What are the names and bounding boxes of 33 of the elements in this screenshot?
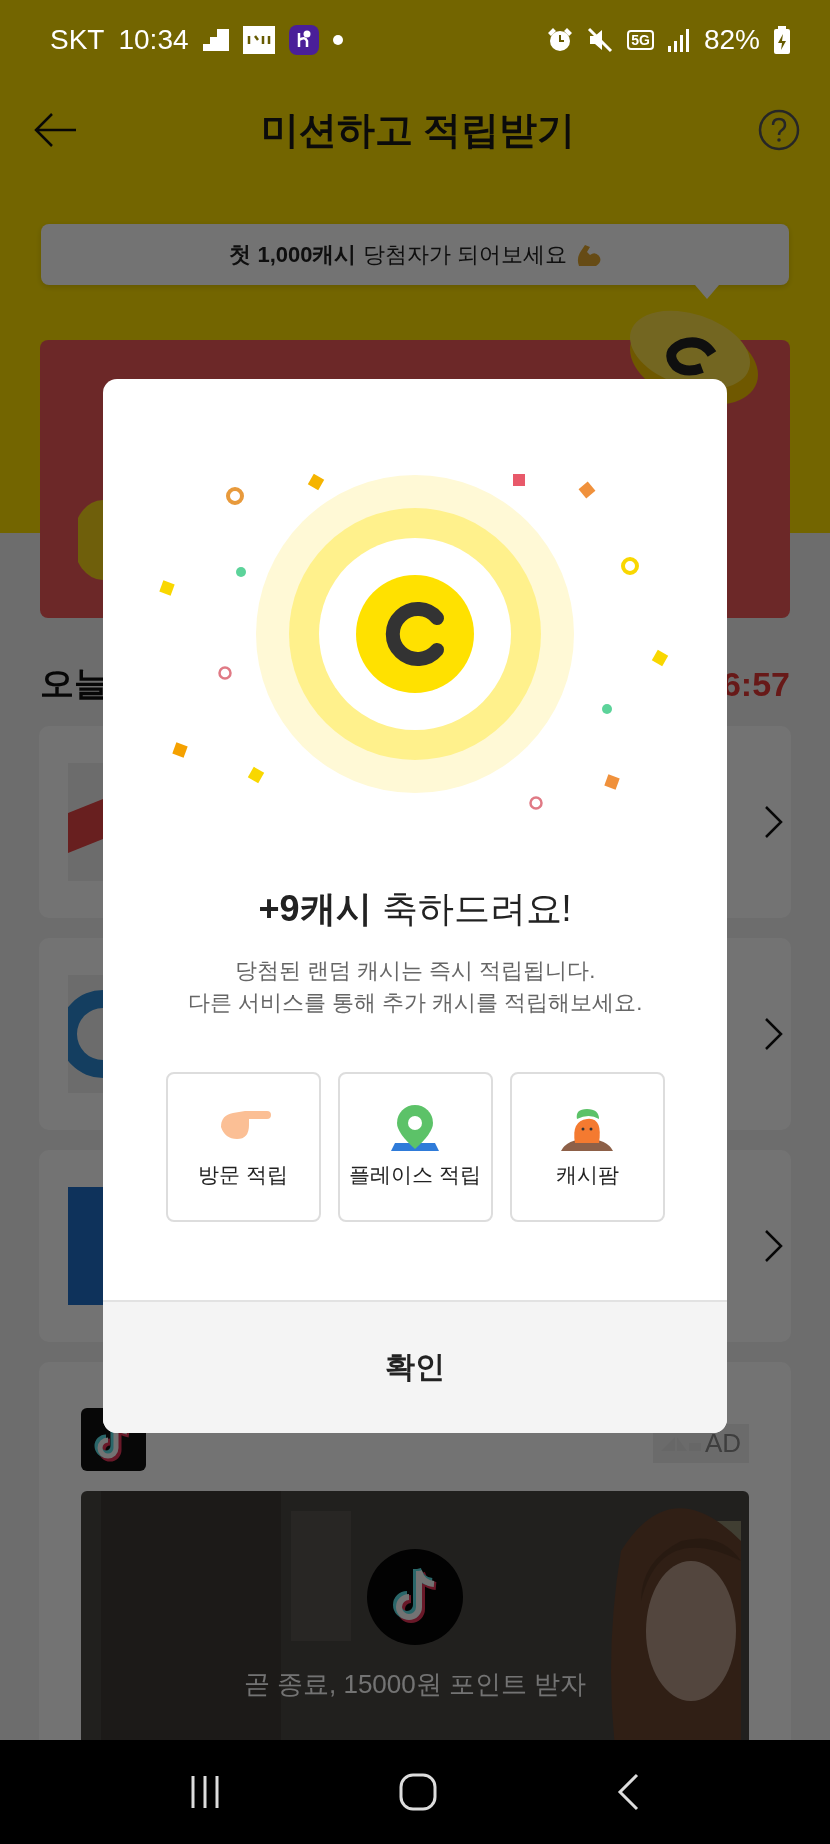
music-note-icon (367, 1549, 463, 1645)
chevron-right-icon (763, 1229, 783, 1263)
banner-text: 첫 1,000캐시 당첨자가 되어보세요 (229, 240, 567, 269)
app-icon (68, 763, 103, 881)
dot-icon (332, 35, 343, 45)
dialog-message: 당첨된 랜덤 캐시는 즉시 적립됩니다. 다른 서비스를 통해 추가 캐시를 적립해보세요. (187, 957, 643, 1017)
app-icon (68, 975, 103, 1093)
ad-caption: 곧 종료, 15000원 포인트 받자 (243, 1668, 587, 1701)
app-icon (288, 25, 319, 55)
carrier-name: SKT (50, 24, 105, 56)
help-icon[interactable] (758, 109, 800, 151)
battery-level: 82% (703, 24, 760, 56)
chevron-right-icon (763, 805, 783, 839)
alarm-icon (547, 27, 574, 53)
recent-apps-icon[interactable] (189, 1774, 220, 1810)
section-title: 오늘 (40, 663, 108, 704)
dialog-title: +9캐시 축하드려요! (258, 887, 572, 931)
mute-icon (587, 27, 614, 53)
clock: 10:34 (118, 24, 189, 56)
battery-icon (774, 26, 790, 54)
shortcut-tile[interactable]: 방문 적립 (165, 1072, 321, 1222)
shortcut-tile[interactable]: 플레이스 적립 (337, 1072, 493, 1222)
stairs-icon (202, 29, 229, 51)
app-icon (68, 1187, 103, 1305)
chevron-right-icon (763, 1017, 783, 1051)
confirm-button[interactable]: 확인 (103, 1302, 727, 1433)
page-title: 미션하고 적립받기 (260, 107, 576, 153)
shortcut-tile[interactable]: 캐시팜 (509, 1072, 665, 1222)
network-icon: 5G (627, 30, 654, 50)
app-icon (242, 26, 275, 54)
back-icon[interactable] (616, 1773, 641, 1811)
home-icon[interactable] (399, 1773, 437, 1811)
signal-icon (667, 28, 690, 52)
